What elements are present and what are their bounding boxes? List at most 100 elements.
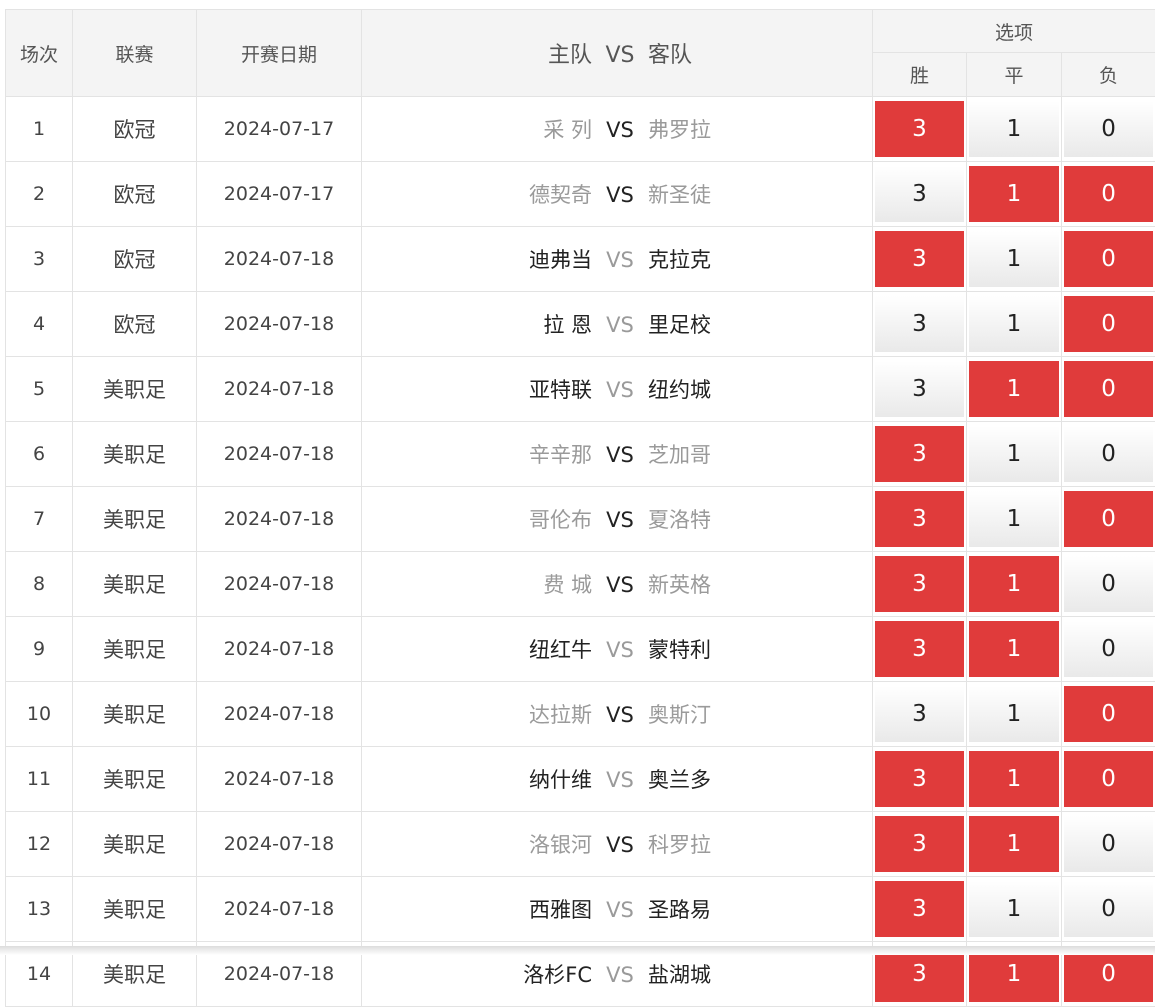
table-row: 9美职足2024-07-18纽红牛VS蒙特利310 [6,617,1155,682]
option-win-button[interactable]: 3 [875,881,964,937]
option-loss-button[interactable]: 0 [1064,686,1153,742]
teams-cell: 辛辛那VS芝加哥 [362,422,873,487]
option-cell-loss: 0 [1062,682,1155,747]
option-win-button[interactable]: 3 [875,361,964,417]
option-loss-button[interactable]: 0 [1064,491,1153,547]
away-team-name: 科罗拉 [648,829,873,859]
option-loss-button[interactable]: 0 [1064,556,1153,612]
option-draw-button[interactable]: 1 [969,361,1059,417]
option-win-button[interactable]: 3 [875,751,964,807]
option-win-button[interactable]: 3 [875,816,964,872]
option-loss-button[interactable]: 0 [1064,296,1153,352]
option-draw-button[interactable]: 1 [969,166,1059,222]
league-cell: 欧冠 [73,162,197,227]
option-draw-button[interactable]: 1 [969,751,1059,807]
match-no-cell: 7 [6,487,73,552]
home-team-name: 采 列 [362,114,592,144]
vs-label: VS [592,638,648,662]
option-cell-loss: 0 [1062,162,1155,227]
match-no-cell: 11 [6,747,73,812]
option-draw-button[interactable]: 1 [969,491,1059,547]
option-cell-loss: 0 [1062,97,1155,162]
table-row: 12美职足2024-07-18洛银河VS科罗拉310 [6,812,1155,877]
away-team-name: 里足校 [648,309,873,339]
option-cell-win: 3 [873,97,967,162]
option-draw-button[interactable]: 1 [969,556,1059,612]
date-cell: 2024-07-18 [197,357,362,422]
away-team-name: 克拉克 [648,244,873,274]
teams-cell: 亚特联VS纽约城 [362,357,873,422]
option-win-button[interactable]: 3 [875,686,964,742]
option-cell-draw: 1 [967,227,1062,292]
league-cell: 欧冠 [73,292,197,357]
option-cell-win: 3 [873,227,967,292]
option-loss-button[interactable]: 0 [1064,751,1153,807]
date-cell: 2024-07-18 [197,227,362,292]
league-cell: 美职足 [73,682,197,747]
header-date: 开赛日期 [197,10,362,97]
option-win-button[interactable]: 3 [875,491,964,547]
option-loss-button[interactable]: 0 [1064,816,1153,872]
option-loss-button[interactable]: 0 [1064,881,1153,937]
league-cell: 美职足 [73,357,197,422]
league-cell: 美职足 [73,552,197,617]
vs-label: VS [592,703,648,727]
option-cell-win: 3 [873,292,967,357]
option-loss-button[interactable]: 0 [1064,166,1153,222]
date-cell: 2024-07-18 [197,682,362,747]
option-cell-loss: 0 [1062,357,1155,422]
option-draw-button[interactable]: 1 [969,621,1059,677]
option-win-button[interactable]: 3 [875,296,964,352]
option-draw-button[interactable]: 1 [969,686,1059,742]
home-team-name: 洛银河 [362,829,592,859]
vs-label: VS [592,898,648,922]
option-win-button[interactable]: 3 [875,166,964,222]
option-draw-button[interactable]: 1 [969,296,1059,352]
date-cell: 2024-07-18 [197,617,362,682]
match-table: 场次 联赛 开赛日期 主队VS客队 选项 胜 平 负 1欧冠2024-07-17… [5,9,1155,1007]
option-loss-button[interactable]: 0 [1064,361,1153,417]
date-cell: 2024-07-18 [197,812,362,877]
option-loss-button[interactable]: 0 [1064,621,1153,677]
option-cell-draw: 1 [967,422,1062,487]
option-win-button[interactable]: 3 [875,426,964,482]
league-cell: 美职足 [73,747,197,812]
date-cell: 2024-07-18 [197,877,362,942]
league-cell: 欧冠 [73,97,197,162]
teams-cell: 费 城VS新英格 [362,552,873,617]
option-win-button[interactable]: 3 [875,556,964,612]
option-cell-win: 3 [873,552,967,617]
option-loss-button[interactable]: 0 [1064,101,1153,157]
option-cell-draw: 1 [967,747,1062,812]
option-draw-button[interactable]: 1 [969,426,1059,482]
table-row: 2欧冠2024-07-17德契奇VS新圣徒310 [6,162,1155,227]
teams-cell: 达拉斯VS奥斯汀 [362,682,873,747]
option-cell-loss: 0 [1062,227,1155,292]
date-cell: 2024-07-18 [197,552,362,617]
option-draw-button[interactable]: 1 [969,816,1059,872]
option-draw-button[interactable]: 1 [969,881,1059,937]
option-win-button[interactable]: 3 [875,101,964,157]
away-team-name: 盐湖城 [648,959,873,989]
option-cell-win: 3 [873,357,967,422]
away-team-name: 纽约城 [648,374,873,404]
header-match-no: 场次 [6,10,73,97]
option-cell-loss: 0 [1062,487,1155,552]
option-draw-button[interactable]: 1 [969,101,1059,157]
option-draw-button[interactable]: 1 [969,231,1059,287]
home-team-name: 辛辛那 [362,439,592,469]
vs-label: VS [592,508,648,532]
away-team-name: 新圣徒 [648,179,873,209]
option-win-button[interactable]: 3 [875,621,964,677]
option-cell-draw: 1 [967,162,1062,227]
option-loss-button[interactable]: 0 [1064,231,1153,287]
option-loss-button[interactable]: 0 [1064,426,1153,482]
option-cell-draw: 1 [967,877,1062,942]
away-team-name: 奥斯汀 [648,699,873,729]
header-away-team: 客队 [648,37,873,69]
home-team-name: 哥伦布 [362,504,592,534]
away-team-name: 蒙特利 [648,634,873,664]
header-win: 胜 [873,53,967,97]
teams-cell: 拉 恩VS里足校 [362,292,873,357]
option-win-button[interactable]: 3 [875,231,964,287]
